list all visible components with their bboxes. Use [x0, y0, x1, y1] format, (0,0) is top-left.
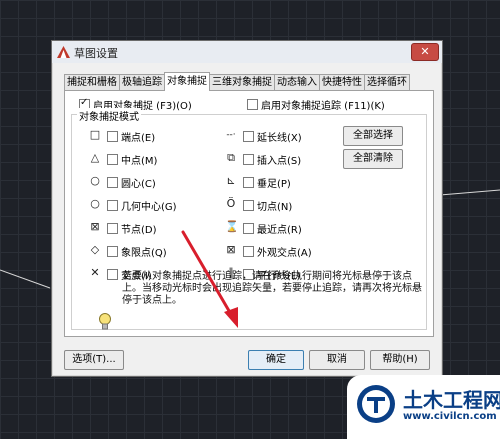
watermark-url: www.civilcn.com: [403, 411, 497, 422]
annotation-arrow: [181, 230, 238, 328]
civilcn-logo-icon: [357, 385, 395, 423]
tab-object-snap[interactable]: 对象捕捉: [164, 72, 210, 91]
watermark-badge: 土木工程网 www.civilcn.com: [347, 375, 500, 439]
watermark-name: 土木工程网: [403, 388, 500, 412]
